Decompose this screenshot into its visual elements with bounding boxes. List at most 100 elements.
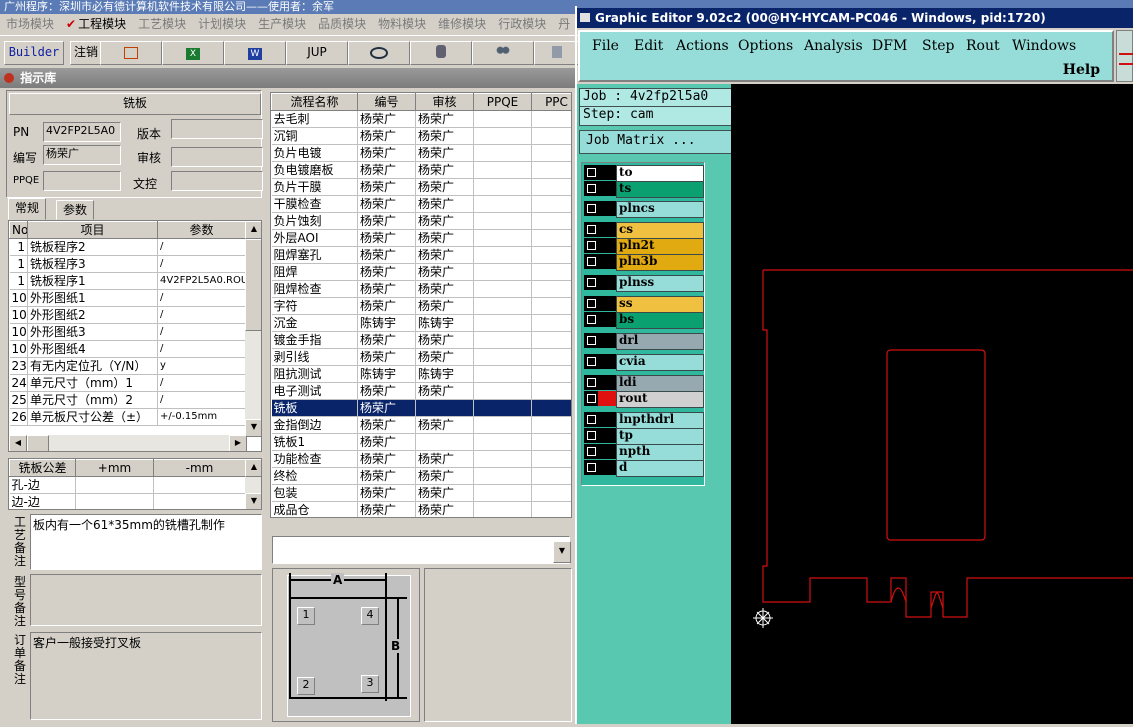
checkbox-icon[interactable] <box>584 428 598 443</box>
author-field[interactable]: 杨荣广 <box>43 145 121 165</box>
version-field[interactable] <box>171 119 263 139</box>
ge-job-matrix-button[interactable]: Job Matrix ... <box>579 130 737 154</box>
ge-layer-name[interactable]: ts <box>616 181 704 198</box>
ge-layer-name[interactable]: pln3b <box>616 254 704 271</box>
ge-layer-name[interactable]: plncs <box>616 201 704 218</box>
ge-layer-row-d[interactable]: d <box>584 460 704 477</box>
table-row[interactable]: 负片蚀刻 杨荣广 杨荣广 <box>271 212 571 230</box>
type-notes-field[interactable] <box>30 574 262 626</box>
scroll-up-arrow-icon[interactable]: ▲ <box>245 221 261 239</box>
tolerance-vscroll[interactable]: ▲ ▼ <box>245 459 261 509</box>
layer-color-swatch[interactable] <box>598 375 616 390</box>
module-tab-9[interactable]: 丹 <box>552 14 576 34</box>
checkbox-icon[interactable] <box>584 354 598 369</box>
builder-button[interactable]: Builder <box>4 41 64 65</box>
table-row[interactable]: 终检 杨荣广 杨荣广 <box>271 467 571 485</box>
ge-layer-row-cvia[interactable]: cvia <box>584 354 704 371</box>
ge-menu-dfm[interactable]: DFM <box>872 38 907 54</box>
table-row[interactable]: 1 铣板程序3/ <box>9 255 246 273</box>
module-tab-6[interactable]: 物料模块 <box>372 14 432 34</box>
module-tab-0[interactable]: 市场模块 <box>0 14 60 34</box>
layer-color-swatch[interactable] <box>598 275 616 290</box>
checkbox-icon[interactable] <box>584 375 598 390</box>
review-field[interactable] <box>171 147 263 167</box>
table-row[interactable]: 26 单元板尺寸公差（±） +/-0.15mm <box>9 408 246 426</box>
layer-color-swatch[interactable] <box>598 165 616 180</box>
checkbox-icon[interactable] <box>584 391 598 406</box>
ge-layer-row-lnpthdrl[interactable]: lnpthdrl <box>584 412 704 429</box>
ge-layer-name[interactable]: tp <box>616 428 704 445</box>
table-row[interactable]: 沉铜 杨荣广 杨荣广 <box>271 127 571 145</box>
table-row[interactable]: 1 铣板程序1 4V2FP2L5A0.ROU <box>9 272 246 290</box>
layer-color-swatch[interactable] <box>598 181 616 196</box>
order-notes-field[interactable]: 客户一般接受打叉板 <box>30 632 262 720</box>
table-row[interactable]: 阻焊 杨荣广 杨荣广 <box>271 263 571 281</box>
ge-layer-row-cs[interactable]: cs <box>584 222 704 239</box>
ge-layer-row-rout[interactable]: rout <box>584 391 704 408</box>
ge-layer-row-ts[interactable]: ts <box>584 181 704 198</box>
layer-color-swatch[interactable] <box>598 296 616 311</box>
param-table-vscroll[interactable]: ▲ ▼ <box>245 221 261 437</box>
table-row[interactable]: 负片干膜 杨荣广 杨荣广 <box>271 178 571 196</box>
ge-layer-name[interactable]: npth <box>616 444 704 461</box>
checkbox-icon[interactable] <box>584 238 598 253</box>
table-row[interactable]: 阻抗测试 陈铸宇 陈铸宇 <box>271 365 571 383</box>
ge-layer-name[interactable]: ss <box>616 296 704 313</box>
users-button[interactable] <box>472 41 534 65</box>
layer-color-swatch[interactable] <box>598 222 616 237</box>
table-row[interactable]: 沉金 陈铸宇 陈铸宇 <box>271 314 571 332</box>
table-row[interactable]: 电子测试 杨荣广 杨荣广 <box>271 382 571 400</box>
ge-layer-row-bs[interactable]: bs <box>584 312 704 329</box>
layer-color-swatch[interactable] <box>598 354 616 369</box>
ge-layer-row-npth[interactable]: npth <box>584 444 704 461</box>
process-notes-field[interactable]: 板内有一个61*35mm的铣槽孔制作 <box>30 514 262 570</box>
ge-layer-row-to[interactable]: to <box>584 165 704 182</box>
ge-toolbar-icon[interactable] <box>1119 53 1133 65</box>
pn-field[interactable]: 4V2FP2L5A0 <box>43 122 121 142</box>
param-col-header[interactable]: 项目 <box>27 221 158 239</box>
checkbox-icon[interactable] <box>584 181 598 196</box>
ge-menu-edit[interactable]: Edit <box>634 38 663 54</box>
ge-layer-name[interactable]: cs <box>616 222 704 239</box>
tab-parameters[interactable]: 参数 <box>56 200 95 220</box>
tolerance-cell[interactable]: 孔-边 <box>9 476 76 494</box>
table-row[interactable]: 干膜检查 杨荣广 杨荣广 <box>271 195 571 213</box>
ge-menu-rout[interactable]: Rout <box>966 38 1000 54</box>
html-export-button[interactable] <box>100 41 162 65</box>
ge-layer-row-ldi[interactable]: ldi <box>584 375 704 392</box>
scroll-up-arrow-icon[interactable]: ▲ <box>245 459 261 477</box>
layer-color-swatch[interactable] <box>598 238 616 253</box>
checkbox-icon[interactable] <box>584 296 598 311</box>
view-button[interactable] <box>348 41 410 65</box>
layer-color-swatch[interactable] <box>598 428 616 443</box>
layer-color-swatch[interactable] <box>598 460 616 475</box>
tolerance-cell[interactable] <box>75 493 154 509</box>
table-row[interactable]: 10 外形图纸2/ <box>9 306 246 324</box>
table-row[interactable]: 去毛刺 杨荣广 杨荣广 <box>271 110 571 128</box>
process-combo[interactable]: ▼ <box>272 536 571 564</box>
ge-layer-name[interactable]: d <box>616 460 704 477</box>
ge-layer-name[interactable]: pln2t <box>616 238 704 255</box>
table-row[interactable]: 10 外形图纸1/ <box>9 289 246 307</box>
process-col-header[interactable]: PPQE <box>473 93 532 111</box>
table-row[interactable]: 铣板 杨荣广 <box>271 399 571 417</box>
table-row[interactable]: 负片电镀 杨荣广 杨荣广 <box>271 144 571 162</box>
table-row[interactable]: 包装 杨荣广 杨荣广 <box>271 484 571 502</box>
layer-color-swatch[interactable] <box>598 444 616 459</box>
ge-layer-name[interactable]: drl <box>616 333 704 350</box>
module-tab-4[interactable]: 生产模块 <box>252 14 312 34</box>
ge-layer-row-ss[interactable]: ss <box>584 296 704 313</box>
checkbox-icon[interactable] <box>584 412 598 427</box>
layer-color-swatch[interactable] <box>598 201 616 216</box>
tolerance-cell[interactable]: 边-边 <box>9 493 76 509</box>
table-row[interactable]: 剥引线 杨荣广 杨荣广 <box>271 348 571 366</box>
layer-color-swatch[interactable] <box>598 254 616 269</box>
tab-general[interactable]: 常规 <box>8 198 47 220</box>
ge-menu-options[interactable]: Options <box>738 38 793 54</box>
table-row[interactable]: 阻焊检查 杨荣广 杨荣广 <box>271 280 571 298</box>
table-row[interactable]: 功能检查 杨荣广 杨荣广 <box>271 450 571 468</box>
tolerance-cell[interactable] <box>153 476 246 494</box>
ge-menu-help[interactable]: Help <box>1063 62 1100 78</box>
excel-export-button[interactable]: X <box>162 41 224 65</box>
scroll-right-arrow-icon[interactable]: ▶ <box>229 435 247 451</box>
